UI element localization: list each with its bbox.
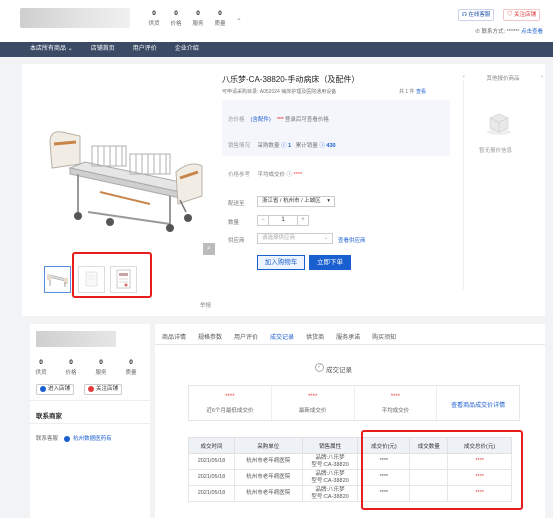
empty-message: 暂无报价信息 <box>479 148 513 154</box>
store-divider <box>30 423 150 424</box>
quantity-stepper[interactable]: − 1 + <box>257 215 309 226</box>
info-icon: ⓘ <box>286 172 293 178</box>
product-count: 共 1 件 查看 <box>399 89 426 95</box>
plus-icon[interactable]: + <box>298 216 308 225</box>
online-service-button[interactable]: ☊ 在线客服 <box>458 9 495 21</box>
stat-average-price: **** 平均成交价 <box>355 386 438 420</box>
supplier-select[interactable]: 请选择供应商 ⌄ <box>257 233 333 244</box>
nav-company[interactable]: 企业介绍 <box>175 42 199 57</box>
store-card <box>30 324 150 518</box>
heart-icon: ♡ <box>507 12 513 18</box>
store-logo-blurred <box>20 8 130 28</box>
column-header: 销售属性 <box>301 437 359 454</box>
store-stats: 0 供货 0 价格 0 服务 0 质量 <box>33 359 139 376</box>
stat-latest-price: **** 最新成交价 <box>272 386 355 420</box>
empty-box-icon <box>487 113 511 135</box>
supplier-label: 供应商 <box>228 238 245 244</box>
store-stat-supply: 0 供货 <box>35 359 47 376</box>
qty-label: 数量 <box>228 220 240 226</box>
side-title: 其他报价商品 <box>486 76 520 82</box>
records-title: 成交记录 <box>326 367 352 374</box>
enter-store-button[interactable]: 进入店铺 <box>36 384 75 395</box>
caret-down-icon: ▾ <box>327 198 330 204</box>
nav-store-home[interactable]: 店铺首页 <box>91 42 115 57</box>
store-name-blurred <box>36 331 116 347</box>
side-header: ‹ 其他报价商品 › <box>463 74 543 82</box>
info-icon: ⓘ <box>281 143 287 149</box>
stat-price: 0 价格 <box>170 10 182 27</box>
store-divider <box>30 400 150 401</box>
chevron-down-icon[interactable]: ⌄ <box>236 14 242 22</box>
accessories-link[interactable]: (含配件) <box>251 117 271 123</box>
product-main-image <box>30 72 216 256</box>
reference-row: 价格参考 平均成交价 ⓘ **** <box>228 172 303 178</box>
heart-icon <box>88 385 94 392</box>
phone-icon: ✆ <box>475 29 481 35</box>
product-title: 八乐梦-CA-38820-手动病床（及配件） <box>222 75 360 84</box>
view-supplier-link[interactable]: 查看供应商 <box>338 236 366 244</box>
nav-all-products[interactable]: 本店所有商品 ⌄ <box>30 42 73 57</box>
tabs-divider <box>155 344 545 345</box>
store-icon <box>40 385 46 392</box>
report-link[interactable]: 举报 <box>200 301 211 309</box>
minus-icon[interactable]: − <box>258 216 268 225</box>
chat-icon <box>63 435 70 442</box>
highlight-box-thumbnails <box>72 252 152 298</box>
zoom-icon[interactable]: ⌕ <box>203 243 215 255</box>
price-row: 总价格 (含配件) **** 登录后可查看价格 <box>228 117 329 123</box>
records-stats: **** 近6个月最低成交价 **** 最新成交价 **** 平均成交价 查看商品成交… <box>188 385 520 421</box>
store-stat-service: 0 服务 <box>95 359 107 376</box>
thumbnail-1[interactable] <box>44 266 71 293</box>
caret-down-icon: ⌄ <box>323 235 328 241</box>
top-header: 0 供货 0 价格 0 服务 0 质量 ⌄ ☊ 在线客服 ♡ 关注店铺 ✆ 联系方式: … <box>0 0 553 42</box>
store-nav: 本店所有商品 ⌄ 店铺首页 用户评价 企业介绍 <box>0 42 553 57</box>
sales-row: 销售情况 采购数量 ⓘ 1 累计销量 ⓘ 430 <box>228 143 336 149</box>
region-select[interactable]: 浙江省 / 杭州市 / 上城区 ▾ <box>257 196 335 207</box>
info-icon: ⓘ <box>319 143 325 149</box>
view-link[interactable]: 查看 <box>416 89 426 95</box>
contact-info: ✆ 联系方式: ****** 点击查看 <box>475 29 543 35</box>
price-stars: **** <box>276 117 284 123</box>
stat-quality: 0 质量 <box>214 10 226 27</box>
side-divider <box>463 80 464 290</box>
column-header: 成交时间 <box>188 437 235 454</box>
store-stat-quality: 0 质量 <box>125 359 137 376</box>
check-circle-icon: ✓ <box>315 363 324 372</box>
column-header: 采购单位 <box>233 437 303 454</box>
stat-supply: 0 供货 <box>148 10 160 27</box>
buy-now-button[interactable]: 立即下单 <box>309 255 351 270</box>
store-stat-price: 0 价格 <box>65 359 77 376</box>
region-label: 配送至 <box>228 201 245 207</box>
product-subtitle: 可申请采购目录: A052024 病床护理及医院通用设备 <box>222 89 337 95</box>
contact-view-link[interactable]: 点击查看 <box>521 29 543 35</box>
view-price-details-link[interactable]: 查看商品成交价详情 <box>437 386 519 420</box>
hospital-bed-image <box>49 131 203 232</box>
quantity-input[interactable]: 1 <box>268 216 298 225</box>
highlight-box-prices <box>361 430 523 510</box>
contact-service-link[interactable]: 杭州数据医药有 <box>73 436 112 442</box>
stat-service: 0 服务 <box>192 10 204 27</box>
follow-store-button[interactable]: ♡ 关注店铺 <box>503 9 541 21</box>
nav-right-icon[interactable]: › <box>541 74 543 82</box>
header-stats: 0 供货 0 价格 0 服务 0 质量 <box>146 10 228 27</box>
add-to-cart-button[interactable]: 加入购物车 <box>257 255 305 270</box>
nav-reviews[interactable]: 用户评价 <box>133 42 157 57</box>
store-follow-button[interactable]: 关注店铺 <box>84 384 123 395</box>
headset-icon: ☊ <box>462 12 467 18</box>
bed-thumbnail-image <box>47 274 68 287</box>
contact-merchant-title: 联系商家 <box>36 413 62 420</box>
stat-lowest-price: **** 近6个月最低成交价 <box>189 386 272 420</box>
contact-service-row: 联系客服 杭州数据医药有 <box>36 435 112 442</box>
